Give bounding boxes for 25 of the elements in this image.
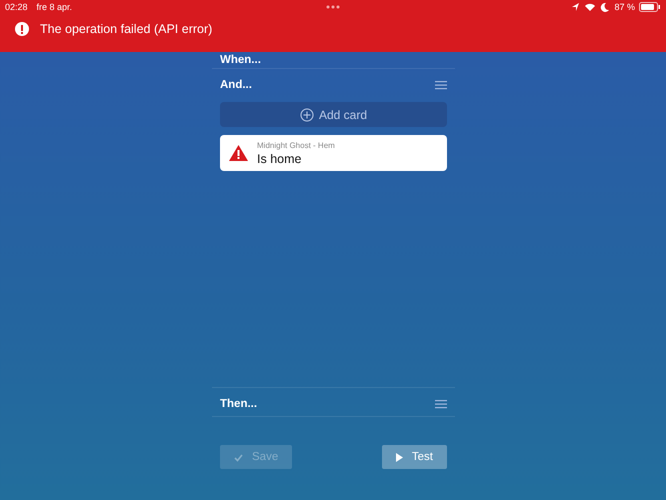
- section-title: Then...: [220, 398, 258, 410]
- alert-icon: [15, 22, 29, 36]
- menu-icon[interactable]: [435, 400, 447, 408]
- moon-icon: [600, 2, 610, 12]
- menu-icon[interactable]: [435, 80, 447, 90]
- error-message: The operation failed (API error): [40, 22, 212, 36]
- warning-icon: [229, 144, 248, 162]
- card-subtitle: Midnight Ghost - Hem: [257, 140, 335, 150]
- play-icon: [396, 452, 403, 462]
- wifi-icon: [584, 2, 596, 12]
- section-title: When...: [220, 54, 261, 66]
- multitask-dots-icon: [326, 4, 340, 8]
- add-card-button[interactable]: Add card: [220, 102, 447, 127]
- battery-icon: [639, 2, 661, 12]
- location-icon: [571, 2, 580, 12]
- check-icon: [234, 452, 243, 462]
- battery-percent: 87 %: [614, 2, 635, 12]
- condition-card[interactable]: Midnight Ghost - Hem Is home: [220, 135, 447, 171]
- add-card-label: Add card: [318, 108, 368, 122]
- status-time: 02:28: [5, 2, 28, 12]
- test-button[interactable]: Test: [382, 445, 447, 469]
- plus-icon: [300, 108, 314, 122]
- section-title: And...: [220, 79, 252, 91]
- card-title: Is home: [257, 152, 302, 166]
- status-date: fre 8 apr.: [36, 2, 72, 12]
